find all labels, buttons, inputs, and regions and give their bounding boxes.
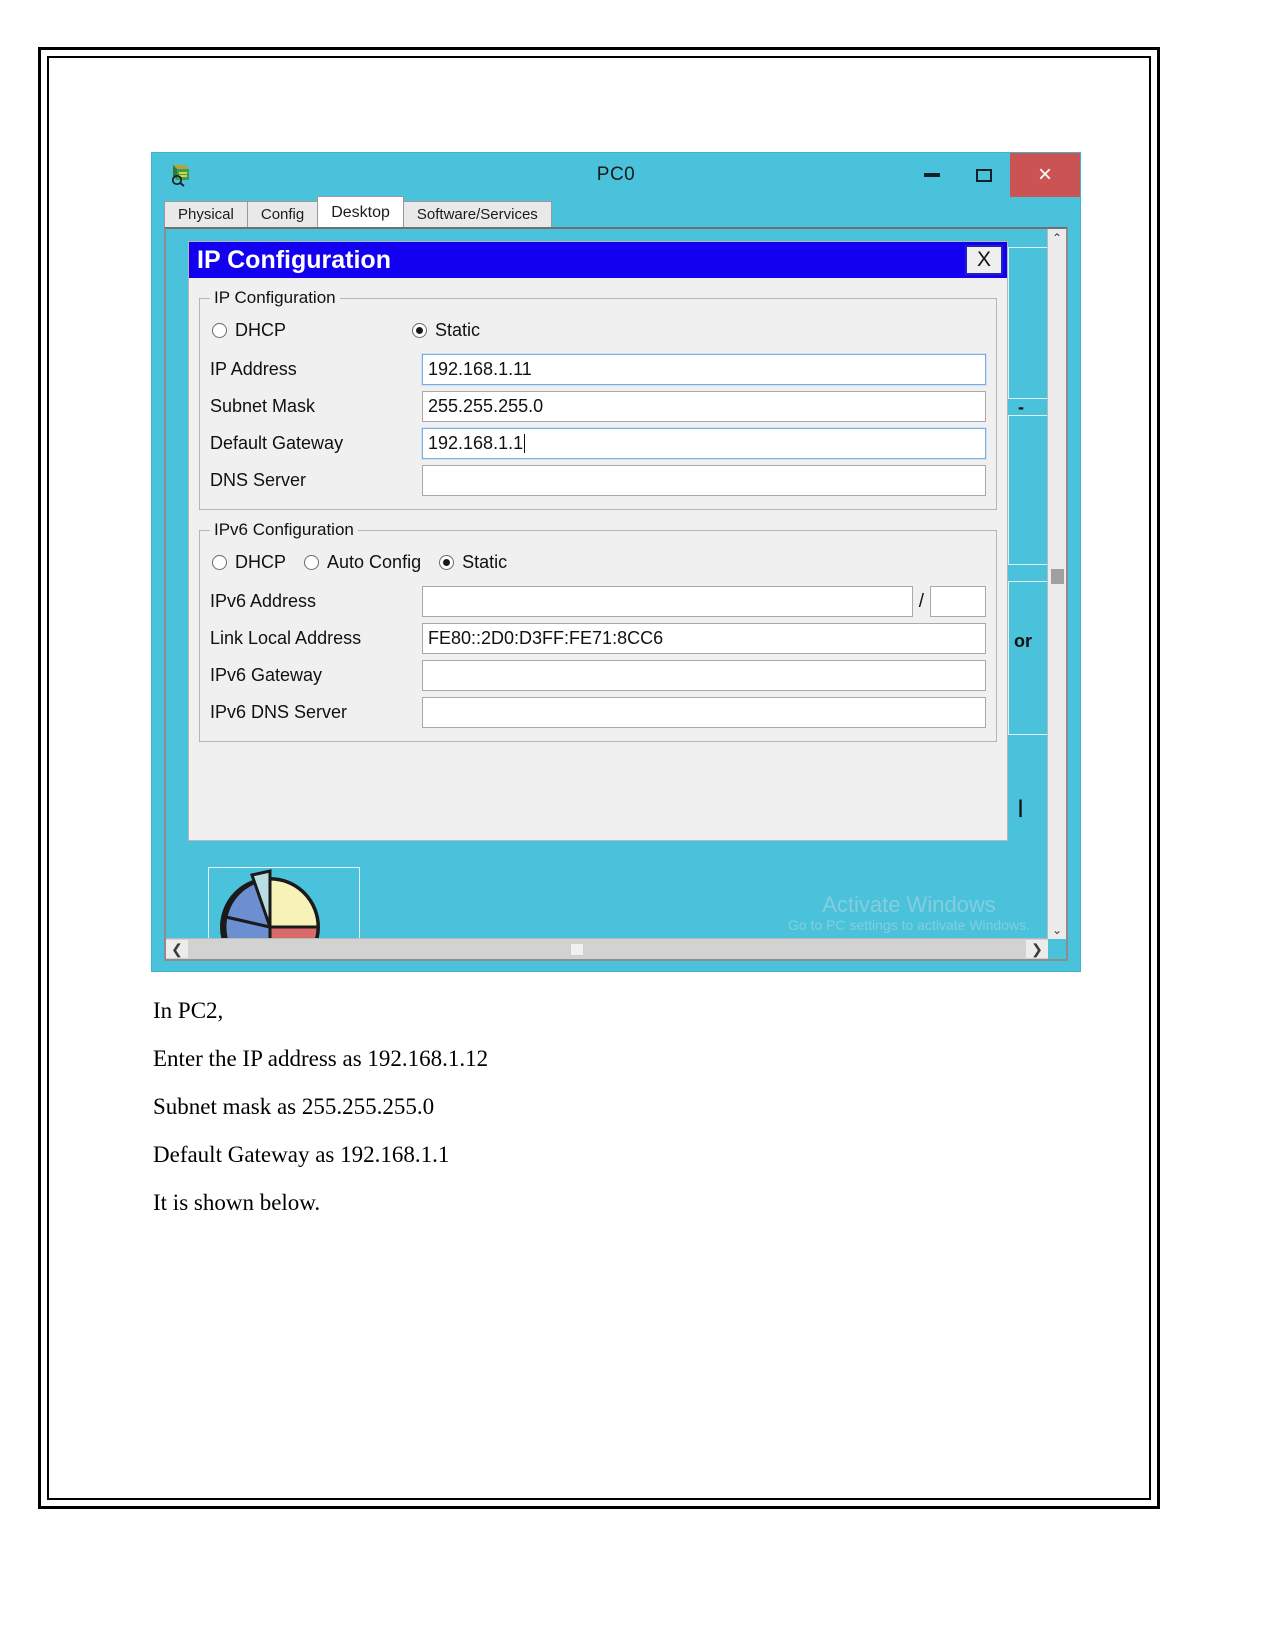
- ipv4-group-legend: IP Configuration: [214, 288, 336, 307]
- ipv4-dhcp-label: DHCP: [235, 319, 287, 340]
- ipv6-gateway-label: IPv6 Gateway: [210, 665, 323, 685]
- link-local-address-input[interactable]: FE80::2D0:D3FF:FE71:8CC6: [422, 623, 986, 654]
- close-button[interactable]: ×: [1010, 153, 1080, 197]
- ip-configuration-title: IP Configuration: [197, 245, 391, 274]
- scroll-left-icon[interactable]: ❮: [166, 940, 188, 958]
- background-label-3: |: [1018, 797, 1024, 817]
- background-panel-2: [1008, 415, 1048, 565]
- ipv4-mode-radio-group: DHCP Static: [212, 315, 986, 345]
- radio-unchecked-icon: [304, 554, 320, 570]
- ipv4-configuration-group: IP Configuration DHCP Static IP Address …: [199, 288, 997, 510]
- subnet-mask-row: Subnet Mask 255.255.255.0: [210, 388, 986, 425]
- document-page-inner-border: PC0 × Physical Config Desktop Software/S…: [47, 56, 1151, 1500]
- close-icon: ×: [1037, 161, 1052, 188]
- horizontal-scrollbar[interactable]: ❮ ❯: [166, 938, 1048, 959]
- radio-unchecked-icon: [212, 322, 227, 338]
- device-tabs: Physical Config Desktop Software/Service…: [164, 196, 1080, 227]
- document-page-border: PC0 × Physical Config Desktop Software/S…: [38, 47, 1160, 1509]
- vertical-scrollbar[interactable]: ⌃ ⌄: [1047, 229, 1066, 939]
- packet-tracer-device-window: PC0 × Physical Config Desktop Software/S…: [151, 152, 1081, 972]
- ipv6-static-label: Static: [462, 551, 508, 572]
- tab-software-services[interactable]: Software/Services: [402, 201, 552, 227]
- radio-unchecked-icon: [212, 554, 227, 570]
- dns-server-label: DNS Server: [210, 470, 307, 490]
- ip-address-input[interactable]: 192.168.1.11: [421, 353, 987, 386]
- background-panel-3: [1008, 581, 1048, 735]
- default-gateway-row: Default Gateway 192.168.1.1: [210, 425, 987, 462]
- scrollbar-corner: [1048, 939, 1066, 959]
- doc-line-3: Subnet mask as 255.255.255.0: [153, 1094, 435, 1119]
- ipv6-static-radio[interactable]: Static: [439, 552, 507, 573]
- ipv6-dhcp-label: DHCP: [235, 551, 287, 572]
- watermark-line-1: Activate Windows: [822, 891, 996, 917]
- ipv6-mode-radio-group: DHCP Auto Config Static: [212, 547, 986, 577]
- ipv6-auto-config-radio[interactable]: Auto Config: [304, 552, 421, 573]
- tab-desktop[interactable]: Desktop: [317, 196, 404, 227]
- minimize-button[interactable]: [906, 153, 958, 197]
- ipv6-gateway-row: IPv6 Gateway: [210, 657, 986, 694]
- ipv6-prefix-separator: /: [918, 590, 924, 612]
- doc-line-4: Default Gateway as 192.168.1.1: [153, 1142, 450, 1167]
- ip-configuration-dialog: IP Configuration X IP Configuration DHCP: [188, 241, 1008, 841]
- doc-line-5: It is shown below.: [153, 1190, 321, 1215]
- default-gateway-label: Default Gateway: [210, 433, 344, 453]
- ip-address-label: IP Address: [210, 359, 297, 379]
- document-body-text: In PC2, Enter the IP address as 192.168.…: [153, 998, 1053, 1238]
- radio-checked-icon: [412, 322, 427, 338]
- scroll-right-icon[interactable]: ❯: [1026, 940, 1048, 958]
- ipv6-address-row: IPv6 Address /: [210, 583, 986, 620]
- desktop-tab-panel: - or | IP Configuration X IP Configurati…: [164, 227, 1068, 961]
- maximize-icon: [976, 168, 992, 182]
- radio-checked-icon: [439, 554, 455, 570]
- ipv4-dhcp-radio[interactable]: DHCP: [212, 320, 412, 341]
- dns-server-input[interactable]: [422, 465, 986, 496]
- scroll-up-icon[interactable]: ⌃: [1048, 229, 1066, 247]
- ip-configuration-close-button[interactable]: X: [965, 245, 1003, 275]
- doc-line-1: In PC2,: [153, 998, 224, 1023]
- scroll-down-icon[interactable]: ⌄: [1048, 921, 1066, 939]
- subnet-mask-input[interactable]: 255.255.255.0: [422, 391, 986, 422]
- ipv6-address-input[interactable]: [422, 586, 913, 617]
- window-titlebar[interactable]: PC0 ×: [152, 153, 1080, 197]
- maximize-button[interactable]: [958, 153, 1010, 197]
- windows-activation-watermark: Activate Windows Go to PC settings to ac…: [788, 892, 1030, 933]
- dns-server-row: DNS Server: [210, 462, 986, 499]
- ip-address-row: IP Address 192.168.1.11: [210, 351, 987, 388]
- ipv6-prefix-length-input[interactable]: [930, 586, 986, 617]
- link-local-address-row: Link Local Address FE80::2D0:D3FF:FE71:8…: [210, 620, 986, 657]
- ipv6-dns-server-input[interactable]: [422, 697, 986, 728]
- pie-chart-icon[interactable]: [208, 869, 358, 939]
- background-panel-1: [1008, 247, 1048, 399]
- ipv6-address-label: IPv6 Address: [210, 591, 317, 611]
- document-page-content: PC0 × Physical Config Desktop Software/S…: [49, 58, 1149, 1498]
- ipv4-static-label: Static: [435, 319, 481, 340]
- default-gateway-value: 192.168.1.1: [428, 433, 524, 453]
- minimize-icon: [924, 173, 940, 177]
- vertical-scrollbar-thumb[interactable]: [1051, 569, 1064, 584]
- watermark-line-2: Go to PC settings to activate Windows.: [788, 916, 1030, 933]
- background-label-2: or: [1014, 631, 1032, 651]
- doc-line-2: Enter the IP address as 192.168.1.12: [153, 1046, 489, 1071]
- ipv6-dhcp-radio[interactable]: DHCP: [212, 552, 286, 573]
- subnet-mask-label: Subnet Mask: [210, 396, 316, 416]
- ipv6-configuration-group: IPv6 Configuration DHCP Auto Config Stat…: [199, 520, 997, 742]
- ipv6-group-legend: IPv6 Configuration: [214, 520, 354, 539]
- tab-physical[interactable]: Physical: [164, 201, 248, 227]
- ipv6-auto-config-label: Auto Config: [327, 551, 422, 572]
- desktop-canvas: - or | IP Configuration X IP Configurati…: [166, 229, 1048, 939]
- ipv4-static-radio[interactable]: Static: [412, 320, 480, 341]
- background-label-1: -: [1018, 397, 1024, 417]
- ip-configuration-titlebar[interactable]: IP Configuration X: [189, 242, 1007, 278]
- ipv6-dns-server-label: IPv6 DNS Server: [210, 702, 348, 722]
- default-gateway-input[interactable]: 192.168.1.1: [421, 427, 987, 460]
- link-local-address-label: Link Local Address: [210, 628, 362, 648]
- text-caret: [524, 434, 526, 453]
- ipv6-gateway-input[interactable]: [422, 660, 986, 691]
- window-controls: ×: [906, 153, 1080, 197]
- horizontal-scrollbar-thumb[interactable]: [570, 943, 584, 956]
- tab-config[interactable]: Config: [246, 201, 319, 227]
- ipv6-dns-server-row: IPv6 DNS Server: [210, 694, 986, 731]
